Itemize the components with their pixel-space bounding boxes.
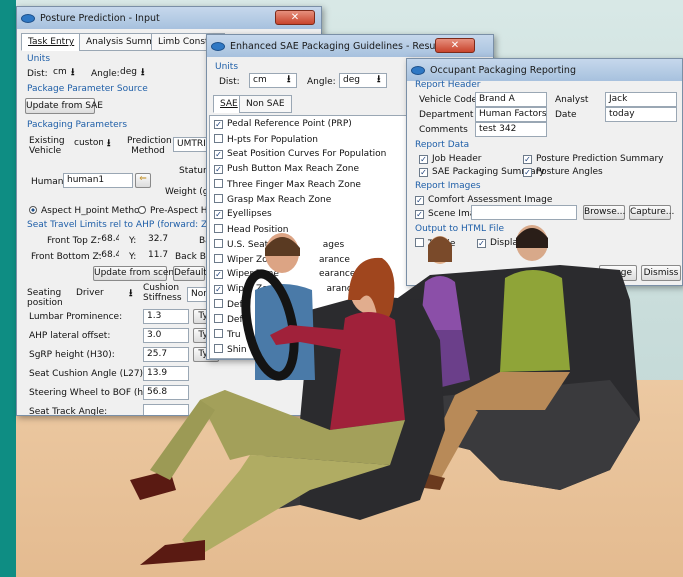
rear-passenger-right-torso xyxy=(500,270,570,372)
occupant-scene xyxy=(130,225,640,565)
